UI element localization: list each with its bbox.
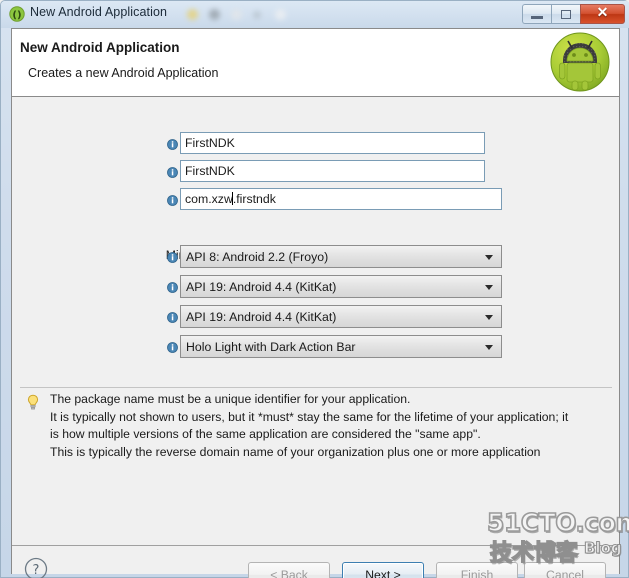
tip-line-1: The package name must be a unique identi… bbox=[50, 392, 411, 406]
info-icon[interactable] bbox=[167, 280, 178, 293]
info-icon[interactable] bbox=[167, 340, 178, 353]
project-name-input[interactable]: FirstNDK bbox=[180, 160, 485, 182]
cancel-button[interactable]: Cancel bbox=[524, 562, 606, 578]
lightbulb-icon bbox=[26, 394, 40, 411]
page-title: New Android Application bbox=[20, 40, 180, 55]
field-row-project-name: Project Name: FirstNDK bbox=[12, 160, 619, 184]
target-sdk-select[interactable]: API 19: Android 4.4 (KitKat) bbox=[180, 275, 502, 298]
android-robot-logo bbox=[549, 31, 611, 93]
wizard-header: New Android Application Creates a new An… bbox=[12, 29, 619, 97]
application-window: () New Android Application ✕ New Android… bbox=[0, 0, 629, 578]
next-button[interactable]: Next > bbox=[342, 562, 424, 578]
svg-text:?: ? bbox=[33, 563, 40, 578]
chevron-down-icon bbox=[485, 345, 493, 350]
window-frame: () New Android Application ✕ New Android… bbox=[0, 0, 629, 578]
footer-separator bbox=[12, 545, 619, 546]
field-row-minimum-required-sdk: Minimum Required SDK: API 8: Android 2.2… bbox=[12, 245, 619, 269]
form-area: Application Name: FirstNDK Project Name: bbox=[12, 98, 619, 358]
page-subtitle: Creates a new Android Application bbox=[28, 66, 219, 80]
application-name-input[interactable]: FirstNDK bbox=[180, 132, 485, 154]
maximize-button[interactable] bbox=[551, 4, 580, 24]
maximize-icon bbox=[561, 9, 571, 19]
tip-line-3: is how multiple versions of the same app… bbox=[50, 427, 481, 441]
field-row-package-name: Package Name: com.xzw.firstndk bbox=[12, 188, 619, 212]
info-icon[interactable] bbox=[167, 250, 178, 263]
package-name-input[interactable]: com.xzw.firstndk bbox=[180, 188, 502, 210]
minimize-button[interactable] bbox=[522, 4, 551, 24]
target-sdk-value: API 19: Android 4.4 (KitKat) bbox=[186, 280, 337, 294]
info-icon[interactable] bbox=[167, 165, 178, 178]
svg-text:(): () bbox=[12, 10, 21, 21]
blurred-toolbar-icons bbox=[187, 6, 307, 24]
finish-button[interactable]: Finish bbox=[436, 562, 518, 578]
compile-with-value: API 19: Android 4.4 (KitKat) bbox=[186, 310, 337, 324]
minimum-required-sdk-select[interactable]: API 8: Android 2.2 (Froyo) bbox=[180, 245, 502, 268]
info-icon[interactable] bbox=[167, 137, 178, 150]
wizard-dialog: New Android Application Creates a new An… bbox=[11, 28, 620, 578]
tip-line-4: This is typically the reverse domain nam… bbox=[50, 444, 541, 459]
back-button[interactable]: < Back bbox=[248, 562, 330, 578]
chevron-down-icon bbox=[485, 255, 493, 260]
minimum-required-sdk-value: API 8: Android 2.2 (Froyo) bbox=[186, 250, 329, 264]
close-button[interactable]: ✕ bbox=[580, 4, 625, 24]
tip-separator bbox=[20, 387, 612, 388]
field-row-theme: Theme: Holo Light with Dark Action Bar bbox=[12, 335, 619, 359]
title-bar[interactable]: () New Android Application ✕ bbox=[1, 1, 629, 28]
field-row-application-name: Application Name: FirstNDK bbox=[12, 132, 619, 156]
field-row-target-sdk: Target SDK: API 19: Android 4.4 (KitKat) bbox=[12, 275, 619, 299]
package-name-value-after-caret: .firstndk bbox=[232, 192, 276, 206]
tip-line-2: It is typically not shown to users, but … bbox=[50, 409, 569, 424]
info-icon[interactable] bbox=[167, 193, 178, 206]
info-icon[interactable] bbox=[167, 310, 178, 323]
help-icon[interactable]: ? bbox=[24, 557, 48, 578]
compile-with-select[interactable]: API 19: Android 4.4 (KitKat) bbox=[180, 305, 502, 328]
field-row-compile-with: Compile With: API 19: Android 4.4 (KitKa… bbox=[12, 305, 619, 329]
theme-value: Holo Light with Dark Action Bar bbox=[186, 340, 356, 354]
tip-text: The package name must be a unique identi… bbox=[50, 391, 610, 461]
chevron-down-icon bbox=[485, 315, 493, 320]
window-title: New Android Application bbox=[30, 5, 168, 19]
close-icon: ✕ bbox=[596, 6, 609, 21]
window-controls: ✕ bbox=[522, 4, 625, 24]
minimize-icon bbox=[531, 16, 543, 19]
package-name-value-before-caret: com.xzw bbox=[185, 192, 233, 206]
eclipse-wizard-icon: () bbox=[9, 6, 25, 22]
chevron-down-icon bbox=[485, 285, 493, 290]
theme-select[interactable]: Holo Light with Dark Action Bar bbox=[180, 335, 502, 358]
